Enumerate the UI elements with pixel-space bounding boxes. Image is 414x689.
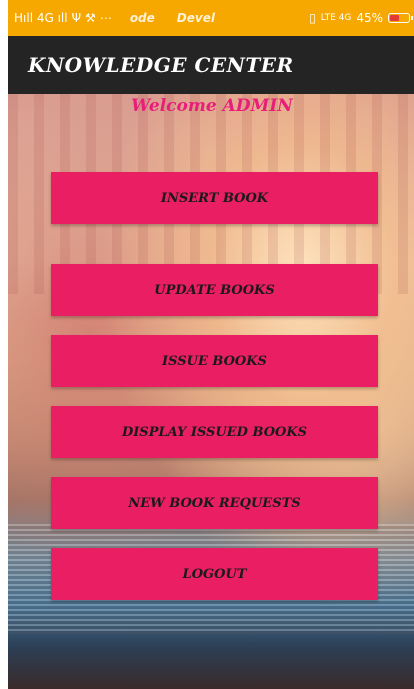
battery-icon [388,13,413,23]
status-text-1: ode [129,11,155,25]
vibrate-icon: ▯ [309,11,316,25]
app-title: KNOWLEDGE CENTER [28,53,294,77]
signal-text: Hıll 4G ıll [14,11,68,25]
status-text-2: Devel [176,11,215,25]
new-book-requests-button[interactable]: NEW BOOK REQUESTS [51,477,378,529]
battery-text: 45% [356,11,383,25]
status-right: ▯ LTE 4G 45% [309,11,413,25]
insert-book-button[interactable]: INSERT BOOK [51,172,378,224]
more-icon: ⋯ [99,11,112,25]
status-notifications: ode Devel [130,11,215,25]
update-books-button[interactable]: UPDATE BOOKS [51,264,378,316]
phone-screen: Hıll 4G ıll Ψ ⚒ ⋯ ode Devel ▯ LTE 4G 45%… [8,0,414,689]
issue-books-button[interactable]: ISSUE BOOKS [51,335,378,387]
display-issued-books-button[interactable]: DISPLAY ISSUED BOOKS [51,406,378,458]
app-bar: KNOWLEDGE CENTER [8,36,414,94]
welcome-text: Welcome ADMIN [131,96,293,116]
status-bar: Hıll 4G ıll Ψ ⚒ ⋯ ode Devel ▯ LTE 4G 45% [8,0,414,36]
logout-button[interactable]: LOGOUT [51,548,378,600]
status-left: Hıll 4G ıll Ψ ⚒ ⋯ [14,11,112,25]
lte-icon: LTE 4G [320,13,352,23]
usb-icon: Ψ [71,11,82,25]
tools-icon: ⚒ [85,11,96,25]
